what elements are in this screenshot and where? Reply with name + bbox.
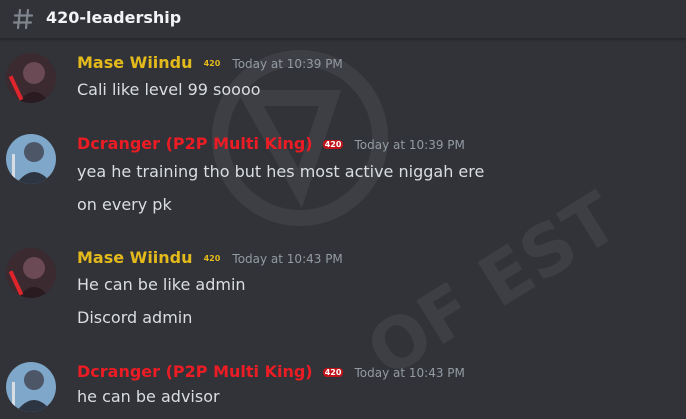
message-text: on every pk	[77, 195, 172, 214]
message: Mase Wiindu 420 Today at 10:43 PM He can…	[0, 248, 686, 333]
channel-header: 420-leadership	[0, 0, 686, 39]
message-text: yea he training tho but hes most active …	[77, 162, 485, 181]
role-tag: 420	[322, 368, 344, 377]
author-name[interactable]: Mase Wiindu	[77, 248, 193, 267]
channel-name: 420-leadership	[46, 8, 182, 27]
author-name[interactable]: Mase Wiindu	[77, 53, 193, 72]
author-name[interactable]: Dcranger (P2P Multi King)	[77, 134, 313, 153]
timestamp: Today at 10:39 PM	[354, 138, 465, 152]
role-tag: 420	[322, 140, 344, 149]
message: Mase Wiindu 420 Today at 10:39 PM Cali l…	[0, 53, 686, 113]
timestamp: Today at 10:43 PM	[232, 252, 343, 266]
message-text: Discord admin	[77, 308, 193, 327]
message: Dcranger (P2P Multi King) 420 Today at 1…	[0, 134, 686, 224]
message: Dcranger (P2P Multi King) 420 Today at 1…	[0, 362, 686, 419]
avatar[interactable]	[6, 248, 56, 298]
hashtag-icon	[12, 8, 34, 30]
avatar[interactable]	[6, 362, 56, 412]
avatar[interactable]	[6, 134, 56, 184]
timestamp: Today at 10:39 PM	[232, 57, 343, 71]
role-tag: 420	[203, 59, 221, 68]
message-text: He can be like admin	[77, 275, 246, 294]
author-name[interactable]: Dcranger (P2P Multi King)	[77, 362, 313, 381]
role-tag: 420	[203, 254, 221, 263]
avatar[interactable]	[6, 53, 56, 103]
message-text: Cali like level 99 soooo	[77, 80, 261, 99]
message-text: he can be advisor	[77, 387, 220, 406]
timestamp: Today at 10:43 PM	[354, 366, 465, 380]
